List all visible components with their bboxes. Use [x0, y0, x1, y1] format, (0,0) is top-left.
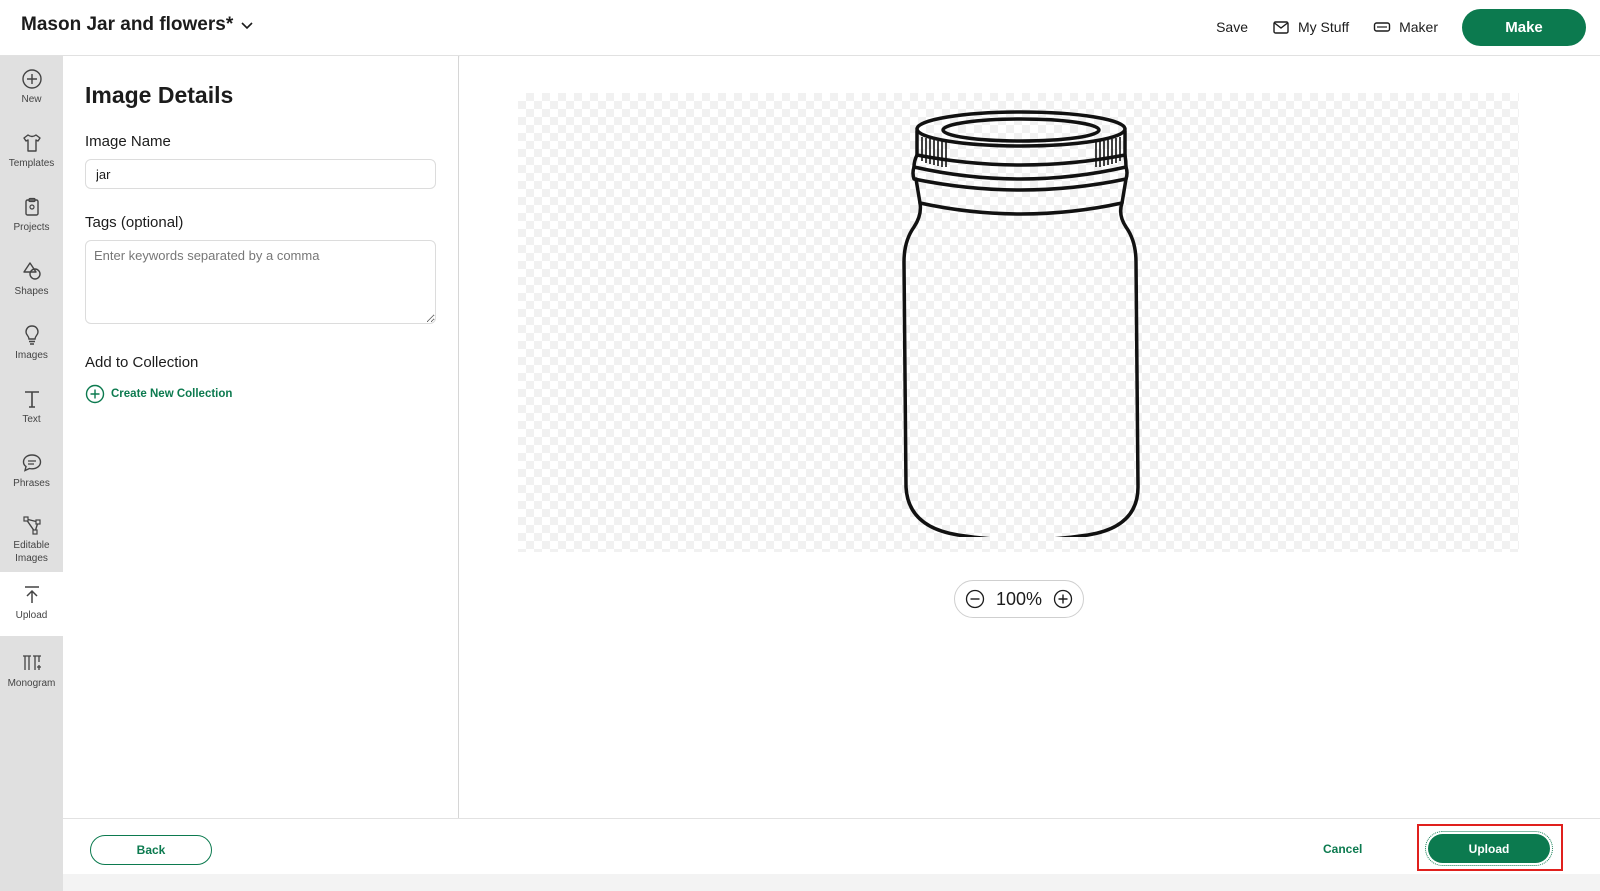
my-stuff-button[interactable]: My Stuff [1272, 18, 1349, 36]
sidebar-label: Shapes [14, 286, 49, 297]
sidebar-label: Editable Images [13, 540, 50, 564]
sidebar-item-projects[interactable]: Projects [0, 192, 63, 252]
project-title-dropdown[interactable]: Mason Jar and flowers* [21, 14, 255, 36]
plus-circle-icon [85, 384, 105, 404]
editable-image-icon [22, 516, 41, 535]
sidebar-label: New [21, 94, 42, 105]
speech-bubble-icon [22, 454, 41, 472]
my-stuff-label: My Stuff [1298, 19, 1350, 35]
text-icon [24, 391, 39, 408]
tags-textarea[interactable] [85, 240, 436, 324]
image-name-input[interactable] [85, 159, 436, 189]
back-button[interactable]: Back [90, 835, 212, 865]
sidebar-item-shapes[interactable]: Shapes [0, 256, 63, 316]
panel-title: Image Details [85, 82, 234, 108]
sidebar-item-upload[interactable]: Upload [0, 572, 63, 636]
left-sidebar: New Templates Projects Shapes Images Tex… [0, 56, 63, 891]
sidebar-item-monogram[interactable]: Monogram [0, 648, 63, 708]
cancel-button[interactable]: Cancel [1323, 842, 1362, 856]
sidebar-label: Upload [15, 610, 48, 621]
make-label: Make [1505, 18, 1543, 36]
sidebar-item-phrases[interactable]: Phrases [0, 448, 63, 508]
add-to-collection-label: Add to Collection [85, 354, 199, 371]
transparent-checkerboard [518, 93, 1519, 552]
clipboard-icon [24, 197, 39, 216]
zoom-in-icon[interactable] [1053, 589, 1073, 609]
monogram-icon [22, 655, 41, 670]
shirt-icon [22, 134, 41, 152]
sidebar-item-editable-images[interactable]: Editable Images [0, 510, 63, 572]
sidebar-item-new[interactable]: New [0, 64, 63, 124]
maker-label: Maker [1399, 19, 1438, 35]
image-details-panel: Image Details Image Name Tags (optional)… [63, 56, 459, 818]
top-bar: Mason Jar and flowers* Save My Stuff Mak… [0, 0, 1600, 56]
shapes-icon [22, 262, 41, 280]
bottom-strip [63, 874, 1600, 891]
create-new-collection-button[interactable]: Create New Collection [85, 384, 232, 404]
zoom-control: 100% [954, 580, 1084, 618]
sidebar-label: Text [22, 414, 41, 425]
sidebar-item-templates[interactable]: Templates [0, 128, 63, 188]
mason-jar-image [902, 110, 1140, 537]
sidebar-label: Templates [8, 158, 55, 169]
chevron-down-icon [241, 22, 253, 30]
create-collection-label: Create New Collection [111, 388, 233, 400]
image-name-label: Image Name [85, 133, 171, 150]
sidebar-label: Projects [13, 222, 50, 233]
cancel-label: Cancel [1323, 842, 1363, 856]
back-label: Back [136, 843, 166, 857]
machine-icon [1373, 22, 1391, 32]
plus-circle-icon [21, 69, 42, 89]
image-preview-area: 100% [460, 56, 1600, 818]
upload-button[interactable]: Upload [1425, 831, 1553, 866]
zoom-level: 100% [995, 588, 1043, 609]
project-title: Mason Jar and flowers* [21, 14, 234, 35]
lightbulb-icon [24, 325, 39, 345]
sidebar-item-text[interactable]: Text [0, 384, 63, 444]
upload-icon [24, 586, 39, 603]
tags-label: Tags (optional) [85, 214, 184, 231]
envelope-icon [1273, 21, 1289, 34]
zoom-out-icon[interactable] [965, 589, 985, 609]
make-button[interactable]: Make [1462, 8, 1586, 46]
sidebar-label: Images [15, 350, 48, 361]
sidebar-item-images[interactable]: Images [0, 320, 63, 380]
upload-label: Upload [1468, 841, 1510, 856]
save-label: Save [1216, 19, 1248, 35]
sidebar-label: Phrases [13, 478, 50, 489]
sidebar-label: Monogram [7, 678, 56, 689]
maker-button[interactable]: Maker [1373, 18, 1438, 36]
save-button[interactable]: Save [1216, 19, 1248, 35]
top-actions: Save My Stuff Maker Make [1216, 8, 1586, 46]
footer-bar: Back Cancel Upload [63, 818, 1600, 874]
